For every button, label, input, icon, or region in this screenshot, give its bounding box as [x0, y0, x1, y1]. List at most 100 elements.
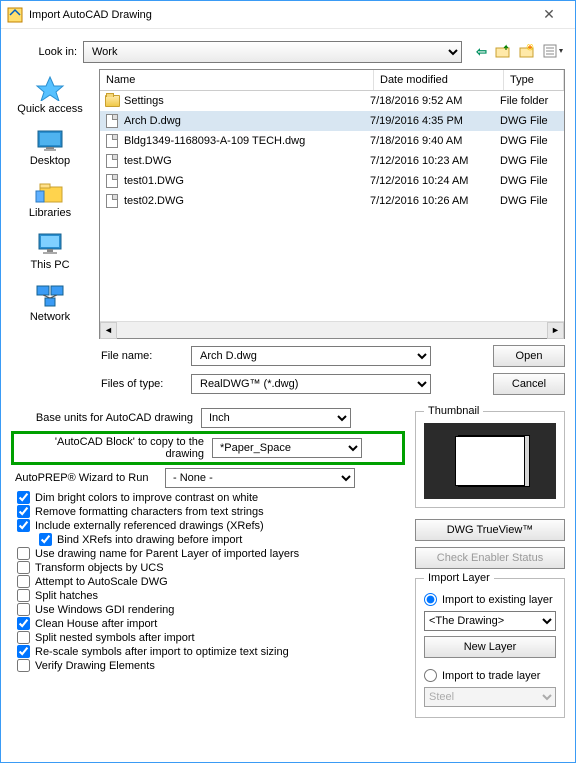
file-type: DWG File — [500, 155, 560, 167]
option-checkbox[interactable] — [39, 533, 52, 546]
existing-layer-select[interactable]: <The Drawing> — [424, 611, 556, 631]
option-checkbox[interactable] — [17, 589, 30, 602]
option-label: Include externally referenced drawings (… — [35, 520, 264, 532]
file-row[interactable]: Settings7/18/2016 9:52 AMFile folder — [100, 91, 564, 111]
new-layer-button[interactable]: New Layer — [424, 636, 556, 658]
place-quick-access[interactable]: Quick access — [17, 75, 82, 115]
option-label: Bind XRefs into drawing before import — [57, 534, 242, 546]
file-list[interactable]: Name Date modified Type Settings7/18/201… — [99, 69, 565, 339]
lookin-select[interactable]: Work — [83, 41, 462, 63]
file-icon — [104, 133, 120, 149]
col-name[interactable]: Name — [100, 70, 374, 90]
file-icon — [104, 153, 120, 169]
option-label: Use Windows GDI rendering — [35, 604, 174, 616]
lookin-label: Look in: — [11, 46, 83, 58]
file-date: 7/18/2016 9:40 AM — [370, 135, 500, 147]
file-icon — [104, 173, 120, 189]
place-this-pc[interactable]: This PC — [30, 231, 69, 271]
option-row: Attempt to AutoScale DWG — [11, 575, 405, 588]
places-bar: Quick access Desktop Libraries This PC N… — [11, 69, 89, 339]
option-checkbox[interactable] — [17, 645, 30, 658]
option-label: Attempt to AutoScale DWG — [35, 576, 168, 588]
option-row: Use drawing name for Parent Layer of imp… — [11, 547, 405, 560]
option-checkbox[interactable] — [17, 491, 30, 504]
thumbnail-preview — [424, 423, 556, 499]
file-row[interactable]: Bldg1349-1168093-A-109 TECH.dwg7/18/2016… — [100, 131, 564, 151]
option-label: Verify Drawing Elements — [35, 660, 155, 672]
option-label: Clean House after import — [35, 618, 157, 630]
wizard-label: AutoPREP® Wizard to Run — [11, 472, 165, 484]
option-row: Dim bright colors to improve contrast on… — [11, 491, 405, 504]
baseunits-select[interactable]: Inch — [201, 408, 351, 428]
block-label: 'AutoCAD Block' to copy to the drawing — [16, 436, 212, 460]
thumbnail-group: Thumbnail — [415, 405, 565, 508]
option-row: Verify Drawing Elements — [11, 659, 405, 672]
option-row: Include externally referenced drawings (… — [11, 519, 405, 532]
thumbnail-legend: Thumbnail — [424, 405, 483, 417]
option-checkbox[interactable] — [17, 547, 30, 560]
baseunits-label: Base units for AutoCAD drawing — [11, 412, 201, 424]
import-layer-group: Import Layer Import to existing layer <T… — [415, 572, 565, 718]
file-name: Bldg1349-1168093-A-109 TECH.dwg — [124, 135, 370, 147]
place-desktop[interactable]: Desktop — [30, 127, 70, 167]
place-network[interactable]: Network — [30, 283, 70, 323]
cancel-button[interactable]: Cancel — [493, 373, 565, 395]
file-type: File folder — [500, 95, 560, 107]
scroll-right-icon[interactable]: ► — [547, 322, 564, 339]
option-row: Re-scale symbols after import to optimiz… — [11, 645, 405, 658]
col-type[interactable]: Type — [504, 70, 564, 90]
file-row[interactable]: test.DWG7/12/2016 10:23 AMDWG File — [100, 151, 564, 171]
option-checkbox[interactable] — [17, 561, 30, 574]
existing-layer-radio[interactable] — [424, 593, 437, 606]
filetype-select[interactable]: RealDWG™ (*.dwg) — [191, 374, 431, 394]
option-row: Split hatches — [11, 589, 405, 602]
trade-layer-radio[interactable] — [424, 669, 437, 682]
option-checkbox[interactable] — [17, 603, 30, 616]
option-label: Use drawing name for Parent Layer of imp… — [35, 548, 299, 560]
option-checkbox[interactable] — [17, 617, 30, 630]
option-label: Dim bright colors to improve contrast on… — [35, 492, 258, 504]
file-row[interactable]: Arch D.dwg7/19/2016 4:35 PMDWG File — [100, 111, 564, 131]
import-layer-legend: Import Layer — [424, 572, 494, 584]
option-checkbox[interactable] — [17, 659, 30, 672]
file-row[interactable]: test02.DWG7/12/2016 10:26 AMDWG File — [100, 191, 564, 211]
option-checkbox[interactable] — [17, 519, 30, 532]
wizard-select[interactable]: - None - — [165, 468, 355, 488]
back-icon[interactable]: ⇦ — [476, 44, 487, 60]
app-icon — [7, 7, 23, 23]
file-name: test.DWG — [124, 155, 370, 167]
open-button[interactable]: Open — [493, 345, 565, 367]
file-icon — [104, 193, 120, 209]
file-date: 7/19/2016 4:35 PM — [370, 115, 500, 127]
option-label: Remove formatting characters from text s… — [35, 506, 264, 518]
option-checkbox[interactable] — [17, 505, 30, 518]
file-date: 7/12/2016 10:24 AM — [370, 175, 500, 187]
file-name: test01.DWG — [124, 175, 370, 187]
file-type: DWG File — [500, 115, 560, 127]
option-row: Transform objects by UCS — [11, 561, 405, 574]
scroll-left-icon[interactable]: ◄ — [100, 322, 117, 339]
existing-layer-label: Import to existing layer — [442, 594, 553, 606]
file-date: 7/12/2016 10:23 AM — [370, 155, 500, 167]
view-menu-icon[interactable] — [543, 44, 565, 61]
filename-input[interactable]: Arch D.dwg — [191, 346, 431, 366]
option-checkbox[interactable] — [17, 575, 30, 588]
block-select[interactable]: *Paper_Space — [212, 438, 362, 458]
file-name: Settings — [124, 95, 370, 107]
dwg-trueview-button[interactable]: DWG TrueView™ — [415, 519, 565, 541]
place-libraries[interactable]: Libraries — [29, 179, 71, 219]
option-row: Clean House after import — [11, 617, 405, 630]
new-folder-icon[interactable] — [519, 44, 535, 61]
up-folder-icon[interactable] — [495, 44, 511, 61]
window-title: Import AutoCAD Drawing — [29, 9, 529, 21]
file-list-header[interactable]: Name Date modified Type — [100, 70, 564, 91]
file-row[interactable]: test01.DWG7/12/2016 10:24 AMDWG File — [100, 171, 564, 191]
option-label: Split nested symbols after import — [35, 632, 195, 644]
col-date[interactable]: Date modified — [374, 70, 504, 90]
horizontal-scrollbar[interactable]: ◄ ► — [100, 321, 564, 338]
file-date: 7/18/2016 9:52 AM — [370, 95, 500, 107]
file-type: DWG File — [500, 195, 560, 207]
option-checkbox[interactable] — [17, 631, 30, 644]
file-type: DWG File — [500, 135, 560, 147]
close-button[interactable]: ✕ — [529, 6, 569, 23]
